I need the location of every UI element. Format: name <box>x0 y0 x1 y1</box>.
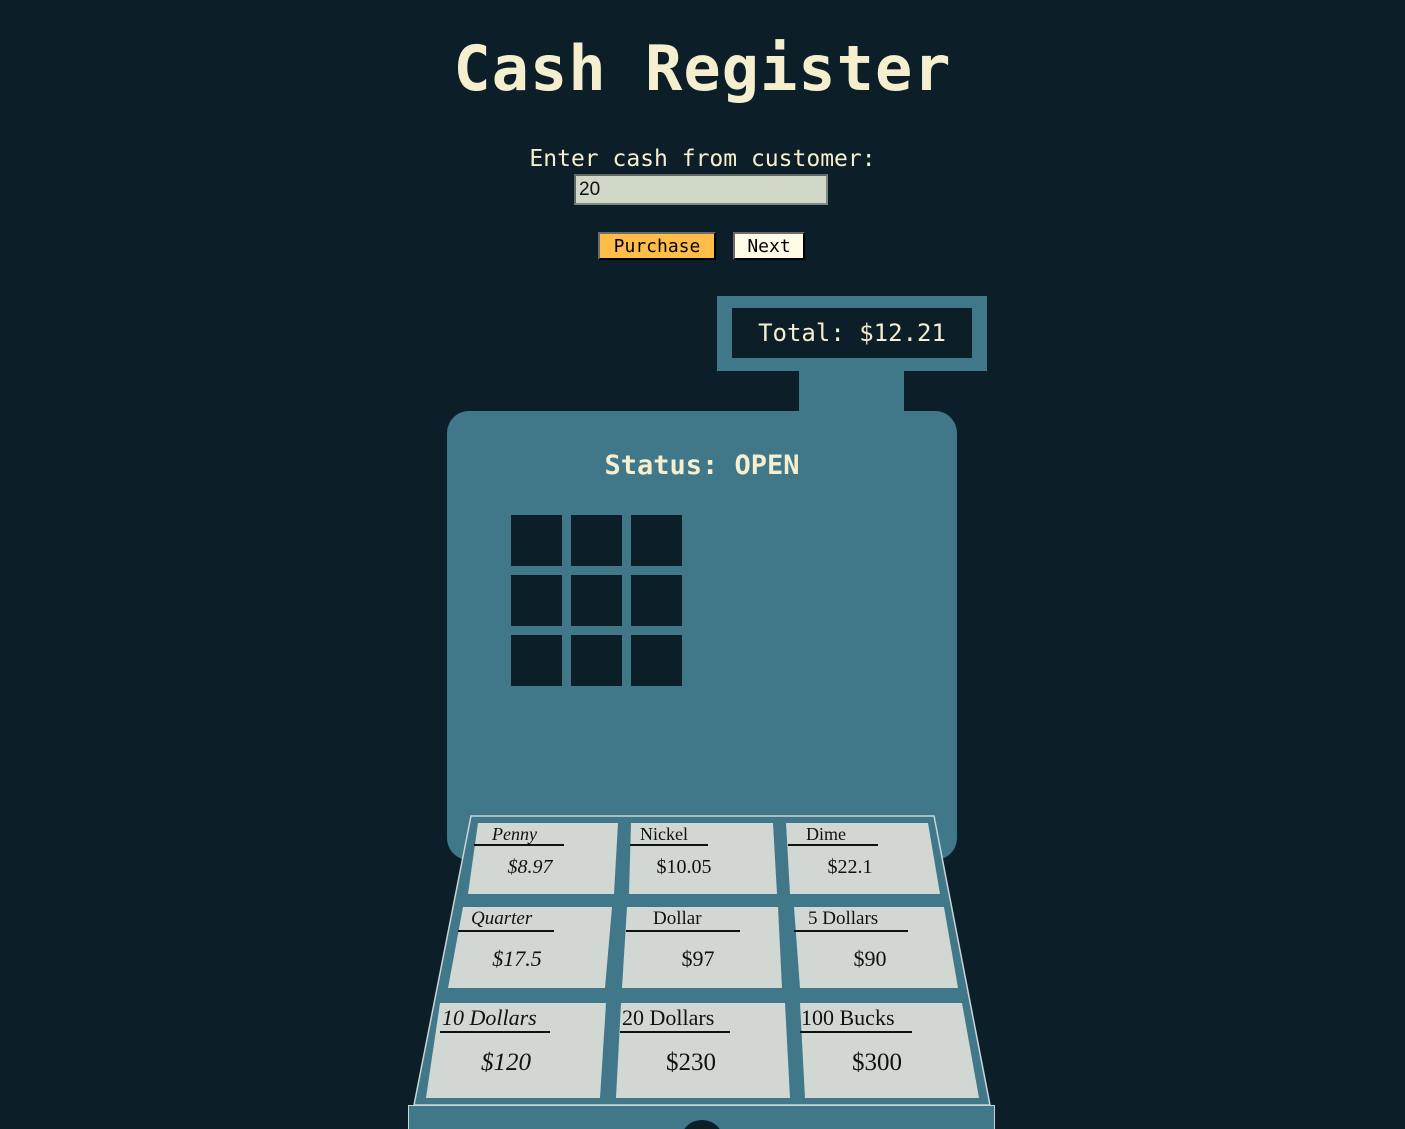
drawer-slot-label: 10 Dollars <box>442 1005 537 1030</box>
drawer-slot-amount: $10.05 <box>656 856 712 878</box>
drawer-slot-underline <box>440 1031 550 1033</box>
drawer-slot-label: Dollar <box>653 908 702 929</box>
drawer-slot-amount: $8.97 <box>507 856 553 878</box>
drawer-slot-underline <box>474 844 564 846</box>
drawer-slot-label: Dime <box>806 824 846 844</box>
drawer-slot-underline <box>794 930 908 932</box>
drawer-slot-underline <box>626 930 740 932</box>
drawer-slot-underline <box>788 844 878 846</box>
drawer-slot-label: Quarter <box>471 908 533 929</box>
drawer-slot-amount: $22.1 <box>827 856 873 878</box>
drawer-slot-label: Penny <box>492 824 537 844</box>
drawer-slot-label: 20 Dollars <box>622 1005 715 1030</box>
drawer-slot-amount: $300 <box>852 1049 902 1076</box>
drawer-slot-amount: $90 <box>853 946 887 971</box>
drawer-slot-amount: $120 <box>481 1049 531 1076</box>
drawer-slot-amount: $17.5 <box>492 946 542 971</box>
drawer-slot-amount: $97 <box>681 946 715 971</box>
drawer-slot-label: Nickel <box>640 824 688 844</box>
drawer-slot-underline <box>630 844 708 846</box>
drawer-slot-amount: $230 <box>666 1049 716 1076</box>
drawer-slot-label: 5 Dollars <box>808 908 879 929</box>
drawer-slot-underline <box>620 1031 730 1033</box>
drawer-slot-underline <box>800 1031 912 1033</box>
drawer-slot-label: 100 Bucks <box>801 1005 895 1030</box>
drawer-slot-underline <box>458 930 554 932</box>
